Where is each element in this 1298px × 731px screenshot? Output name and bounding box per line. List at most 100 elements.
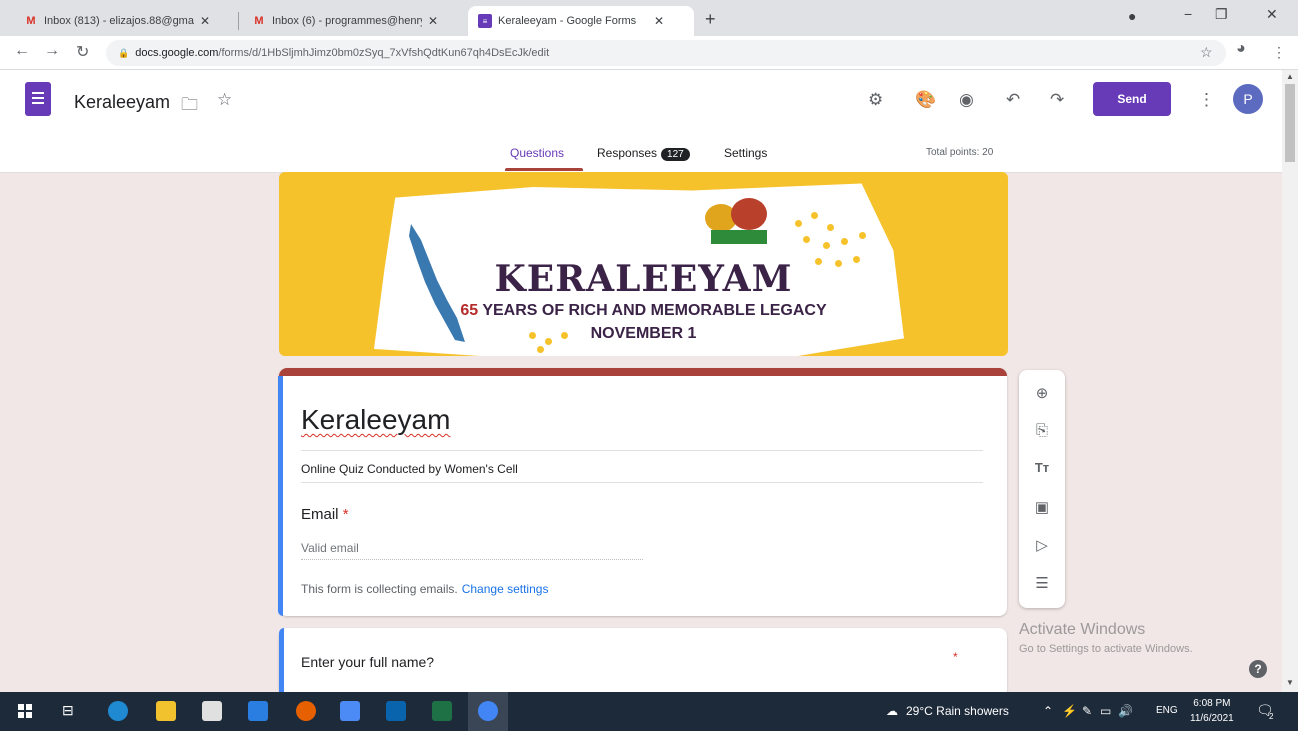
- palette-icon[interactable]: 🎨: [915, 90, 936, 110]
- scroll-down-icon[interactable]: ▼: [1286, 678, 1294, 687]
- media-app-icon[interactable]: [248, 701, 268, 721]
- task-view-icon[interactable]: ⊟: [62, 702, 74, 719]
- tab-responses[interactable]: Responses 127: [597, 146, 690, 161]
- window-close-icon[interactable]: ✕: [1266, 6, 1278, 23]
- network-icon[interactable]: ⚡: [1062, 704, 1077, 718]
- addon-puzzle-icon[interactable]: ⚙: [868, 90, 883, 110]
- preview-eye-icon[interactable]: ◉: [959, 90, 974, 110]
- url-path: /forms/d/1HbSljmhJimz0bm0zSyq_7xVfshQdtK…: [218, 47, 550, 59]
- collecting-emails-note: This form is collecting emails. Change se…: [301, 582, 548, 596]
- tab-gmail-inbox-1[interactable]: M Inbox (813) - elizajos.88@gmail.c ✕: [14, 6, 220, 36]
- add-title-description-icon[interactable]: Tт: [1019, 460, 1065, 475]
- tab-settings[interactable]: Settings: [724, 146, 767, 160]
- forms-header: Keraleeyam 🗀 ☆ ⚙ 🎨 ◉ ↶ ↷ Send ⋮ P Questi…: [0, 70, 1282, 173]
- new-tab-button[interactable]: +: [705, 9, 716, 30]
- import-questions-icon[interactable]: ⎘: [1019, 422, 1065, 439]
- question-card[interactable]: Enter your full name? *: [279, 628, 1007, 698]
- undo-icon[interactable]: ↶: [1006, 90, 1020, 110]
- required-asterisk: *: [342, 506, 349, 523]
- profile-indicator-icon[interactable]: ●: [1128, 8, 1136, 24]
- url-host: docs.google.com: [135, 47, 219, 59]
- watermark-line2: Go to Settings to activate Windows.: [1019, 643, 1193, 655]
- header-banner-image: KERALEEYAM 65 YEARS OF RICH AND MEMORABL…: [279, 172, 1008, 356]
- banner-date: NOVEMBER 1: [590, 325, 697, 342]
- add-section-icon[interactable]: ☰: [1019, 574, 1065, 592]
- restore-icon[interactable]: ❐: [1215, 6, 1228, 23]
- activate-windows-watermark: Activate Windows Go to Settings to activ…: [1019, 621, 1193, 655]
- divider: [301, 450, 983, 451]
- banner-subtitle-text: YEARS OF RICH AND MEMORABLE LEGACY: [478, 302, 827, 319]
- add-question-icon[interactable]: ⊕: [1019, 384, 1065, 402]
- battery-icon[interactable]: ▭: [1100, 704, 1111, 718]
- tab-questions[interactable]: Questions: [510, 146, 564, 160]
- kathakali-figure-icon: [705, 198, 767, 244]
- close-icon[interactable]: ✕: [200, 14, 210, 28]
- responses-count-badge: 127: [661, 148, 690, 161]
- mail-icon[interactable]: [386, 701, 406, 721]
- change-settings-link[interactable]: Change settings: [462, 582, 549, 596]
- page-scrollbar[interactable]: ▲ ▼: [1282, 70, 1298, 692]
- clock-time: 6:08 PM: [1193, 698, 1231, 709]
- tab-gmail-inbox-2[interactable]: M Inbox (6) - programmes@henryb ✕: [242, 6, 448, 36]
- photos-app-icon[interactable]: [340, 701, 360, 721]
- notifications-count: 2: [1269, 712, 1274, 721]
- question-indicator: [279, 628, 284, 698]
- show-hidden-icons-icon[interactable]: ⌃: [1043, 704, 1053, 718]
- tab-google-forms[interactable]: ≡ Keraleeyam - Google Forms ✕: [468, 6, 694, 36]
- minimize-icon[interactable]: −: [1184, 6, 1192, 22]
- close-icon[interactable]: ✕: [654, 14, 664, 28]
- add-image-icon[interactable]: ▣: [1019, 498, 1065, 516]
- collecting-emails-text: This form is collecting emails.: [301, 582, 458, 596]
- weather-icon[interactable]: ☁: [886, 704, 898, 718]
- firefox-icon[interactable]: [296, 701, 316, 721]
- volume-icon[interactable]: 🔊: [1118, 704, 1133, 718]
- floating-toolbar: ⊕ ⎘ Tт ▣ ▷ ☰: [1019, 370, 1065, 608]
- tab-title: Inbox (813) - elizajos.88@gmail.c: [44, 15, 194, 27]
- url-field[interactable]: 🔒 docs.google.com/forms/d/1HbSljmhJimz0b…: [106, 40, 1226, 66]
- email-field-underline: [301, 559, 643, 560]
- star-icon[interactable]: ☆: [1200, 44, 1213, 61]
- forward-icon[interactable]: →: [44, 42, 60, 60]
- question-title[interactable]: Enter your full name?: [301, 654, 434, 670]
- form-title-card[interactable]: Keraleeyam Online Quiz Conducted by Wome…: [278, 368, 1007, 616]
- avatar[interactable]: P: [1233, 84, 1263, 114]
- required-asterisk: *: [953, 650, 958, 664]
- send-button[interactable]: Send: [1093, 82, 1171, 116]
- divider: [301, 482, 983, 483]
- banner-subtitle-number: 65: [460, 302, 479, 319]
- selected-indicator: [278, 376, 283, 616]
- edge-icon[interactable]: [108, 701, 128, 721]
- windows-start-icon[interactable]: [18, 704, 32, 718]
- clock[interactable]: 6:08 PM 11/6/2021: [1190, 696, 1234, 726]
- more-vert-icon[interactable]: ⋮: [1272, 44, 1286, 61]
- store-icon[interactable]: [202, 701, 222, 721]
- email-field[interactable]: Valid email: [301, 541, 359, 555]
- excel-icon[interactable]: [432, 701, 452, 721]
- back-icon[interactable]: ←: [14, 42, 30, 60]
- add-video-icon[interactable]: ▷: [1019, 536, 1065, 554]
- close-icon[interactable]: ✕: [428, 14, 438, 28]
- document-title[interactable]: Keraleeyam: [74, 92, 170, 113]
- folder-icon[interactable]: 🗀: [181, 92, 198, 121]
- forms-logo-icon[interactable]: [25, 82, 51, 116]
- watermark-line1: Activate Windows: [1019, 621, 1146, 638]
- redo-icon[interactable]: ↷: [1050, 90, 1064, 110]
- reload-icon[interactable]: ↻: [76, 42, 89, 62]
- gmail-icon: M: [26, 15, 36, 27]
- profile-avatar-icon[interactable]: ◕: [1236, 40, 1246, 58]
- language-indicator[interactable]: ENG: [1156, 705, 1178, 716]
- scroll-up-icon[interactable]: ▲: [1286, 72, 1294, 81]
- chrome-icon[interactable]: [478, 701, 498, 721]
- help-icon[interactable]: ?: [1249, 660, 1267, 678]
- pen-icon[interactable]: ✎: [1082, 704, 1092, 718]
- scrollbar-thumb[interactable]: [1285, 84, 1295, 162]
- form-title-input[interactable]: Keraleeyam: [301, 404, 450, 436]
- form-description-input[interactable]: Online Quiz Conducted by Women's Cell: [301, 462, 518, 476]
- email-label: Email *: [301, 506, 349, 523]
- tab-title: Keraleeyam - Google Forms: [498, 15, 637, 27]
- file-explorer-icon[interactable]: [156, 701, 176, 721]
- more-vert-icon[interactable]: ⋮: [1198, 90, 1215, 110]
- weather-text[interactable]: 29°C Rain showers: [906, 704, 1009, 718]
- address-bar: ← → ↻ 🔒 docs.google.com/forms/d/1HbSljmh…: [0, 36, 1298, 70]
- star-icon[interactable]: ☆: [217, 90, 232, 110]
